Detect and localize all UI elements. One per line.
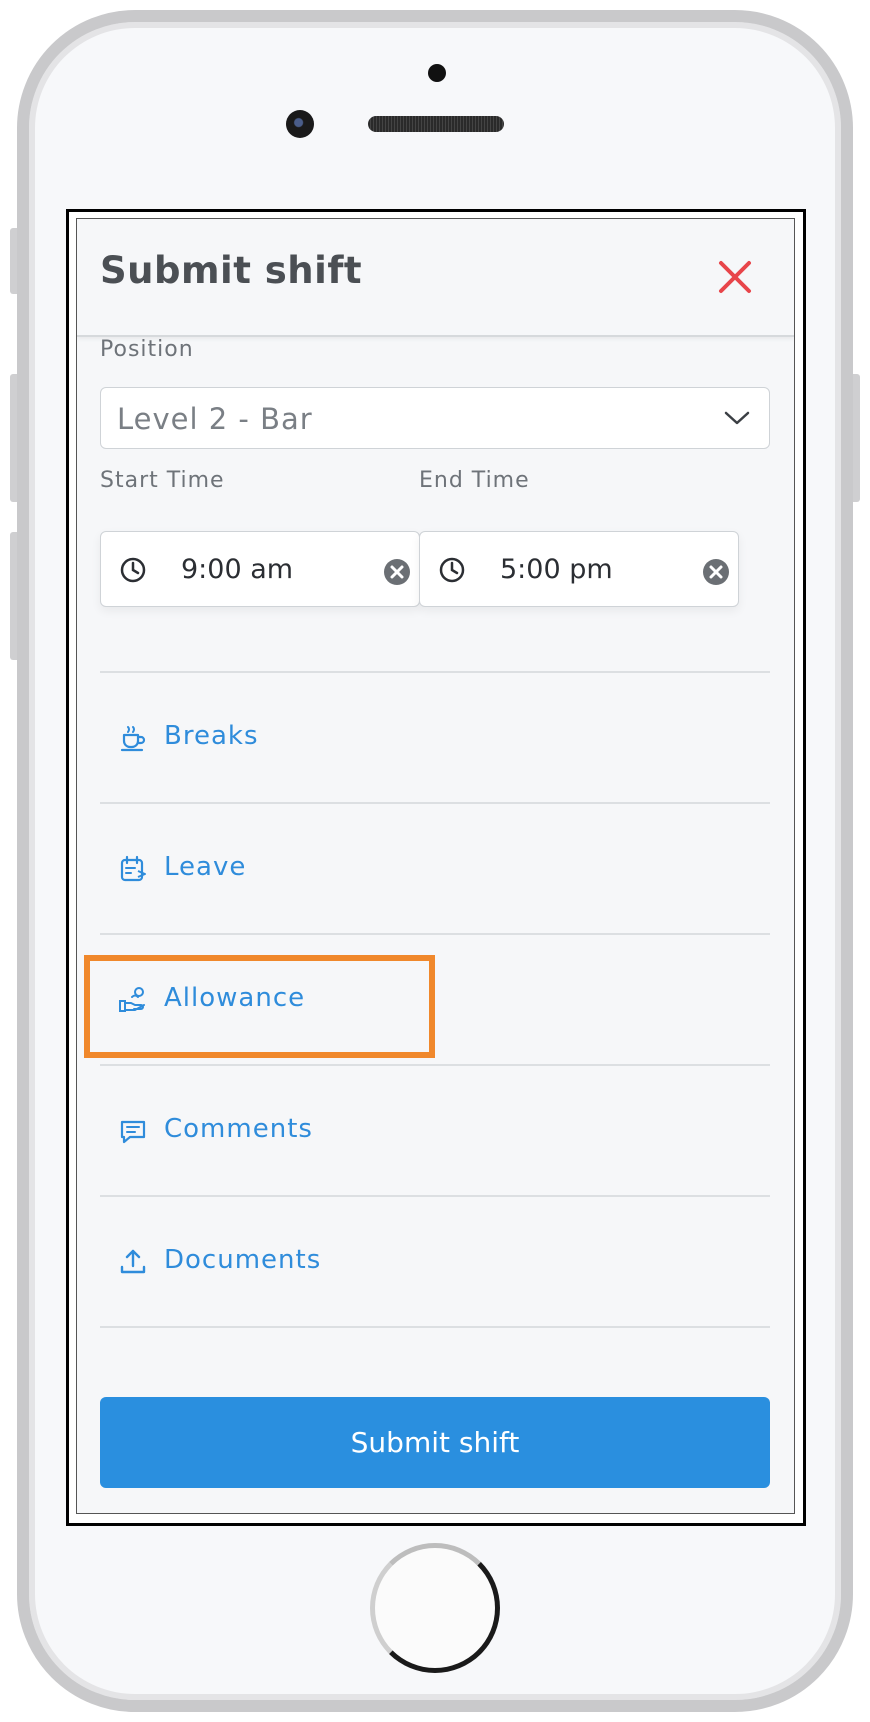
position-label: Position — [100, 337, 194, 362]
divider — [100, 1064, 770, 1066]
leave-label: Leave — [164, 852, 247, 882]
end-time-field[interactable]: 5:00 pm — [419, 531, 739, 607]
end-time-value: 5:00 pm — [500, 554, 613, 585]
divider — [100, 671, 770, 673]
close-icon[interactable] — [715, 257, 755, 297]
end-time-label: End Time — [419, 468, 530, 493]
start-time-label: Start Time — [100, 468, 225, 493]
divider — [100, 1195, 770, 1197]
documents-section[interactable]: Documents — [100, 1213, 770, 1309]
submit-shift-button[interactable]: Submit shift — [100, 1397, 770, 1488]
submit-shift-modal: Submit shift Position Level 2 - Bar Star… — [76, 218, 795, 1514]
breaks-section[interactable]: Breaks — [100, 689, 770, 785]
position-value: Level 2 - Bar — [117, 402, 313, 436]
front-camera — [286, 110, 314, 138]
chevron-down-icon — [724, 411, 750, 425]
modal-header: Submit shift — [77, 219, 794, 337]
earpiece-speaker — [368, 116, 504, 132]
upload-icon — [120, 1249, 146, 1274]
modal-title: Submit shift — [100, 249, 363, 292]
coffee-cup-icon — [120, 726, 146, 752]
start-time-field[interactable]: 9:00 am — [100, 531, 420, 607]
clear-start-time-icon[interactable] — [383, 558, 411, 586]
start-time-value: 9:00 am — [181, 554, 294, 585]
divider — [100, 1326, 770, 1328]
comments-label: Comments — [164, 1114, 313, 1144]
clock-icon — [120, 557, 146, 583]
allowance-highlight — [84, 955, 435, 1058]
divider — [100, 802, 770, 804]
leave-section[interactable]: Leave — [100, 820, 770, 916]
position-select[interactable]: Level 2 - Bar — [100, 387, 770, 449]
calendar-leave-icon — [120, 855, 146, 882]
clear-end-time-icon[interactable] — [702, 558, 730, 586]
divider — [100, 933, 770, 935]
chat-bubble-icon — [120, 1120, 146, 1144]
breaks-label: Breaks — [164, 721, 259, 751]
clock-icon — [439, 557, 465, 583]
documents-label: Documents — [164, 1245, 322, 1275]
comments-section[interactable]: Comments — [100, 1082, 770, 1178]
proximity-sensor — [428, 64, 446, 82]
home-button — [370, 1543, 500, 1673]
